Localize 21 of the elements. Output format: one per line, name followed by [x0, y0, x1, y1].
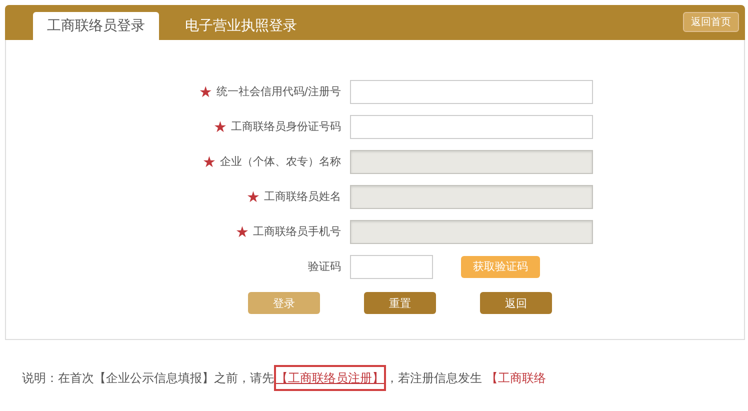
required-mark: ★ [202, 152, 216, 170]
field-label: 验证码 [308, 259, 341, 274]
field-label: 企业（个体、农专）名称 [220, 154, 341, 169]
required-mark: ★ [214, 118, 227, 136]
register-link[interactable]: 【工商联络员注册】 [274, 365, 386, 391]
required-mark: ★ [236, 222, 249, 240]
tab[interactable]: 电子营业执照登录 [171, 12, 311, 40]
home-button[interactable]: 返回首页 [683, 12, 739, 32]
field-label: 工商联络员手机号 [253, 224, 341, 239]
field-label: 工商联络员身份证号码 [231, 119, 341, 134]
link[interactable]: 【工商联络 [486, 371, 546, 385]
field-label: 统一社会信用代码/注册号 [216, 84, 341, 99]
required-mark: ★ [246, 188, 260, 206]
input-field[interactable] [350, 114, 593, 138]
field-label: 工商联络员姓名 [264, 189, 341, 204]
tab[interactable]: 工商联络员登录 [33, 12, 159, 40]
action-button[interactable]: 返回 [480, 292, 552, 314]
captcha-field[interactable] [350, 254, 433, 278]
action-button[interactable]: 重置 [364, 292, 436, 314]
required-mark: ★ [198, 82, 212, 100]
input-field[interactable] [350, 80, 593, 104]
